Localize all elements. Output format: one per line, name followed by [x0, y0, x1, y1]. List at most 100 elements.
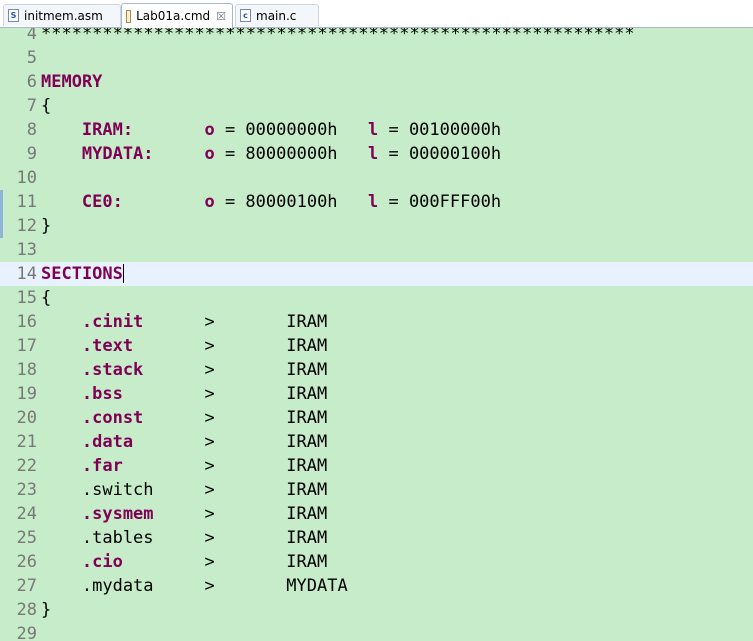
code-token: IRAM	[286, 504, 328, 524]
code-token: .cio	[81, 552, 123, 572]
line-number: 6	[26, 72, 37, 92]
code-line[interactable]: 8 IRAM: o = 00000000h l = 00100000h	[0, 118, 753, 142]
line-number: 27	[16, 576, 37, 596]
code-token: >	[204, 360, 215, 380]
code-token: MYDATA	[286, 576, 348, 596]
code-token: SECTIONS	[41, 264, 123, 284]
code-token: IRAM	[286, 408, 328, 428]
code-token: = 80000000h	[224, 144, 338, 164]
line-number: 20	[16, 408, 37, 428]
line-number: 29	[16, 624, 37, 641]
code-token: l	[368, 192, 379, 212]
asm-file-icon: S	[8, 9, 19, 22]
line-number: 5	[26, 48, 37, 68]
tab-initmem-asm[interactable]: S initmem.asm	[3, 4, 121, 26]
code-token: .data	[81, 432, 134, 452]
code-line[interactable]: 16 .cinit > IRAM	[0, 310, 753, 334]
code-token: .tables	[81, 528, 154, 548]
code-token: >	[204, 576, 215, 596]
code-token: IRAM	[286, 456, 328, 476]
code-line[interactable]: 29	[0, 622, 753, 641]
line-number: 26	[16, 552, 37, 572]
code-token: ****************************************…	[41, 28, 635, 44]
code-token: MEMORY	[41, 72, 103, 92]
code-line[interactable]: 15{	[0, 286, 753, 310]
code-token: .stack	[81, 360, 144, 380]
code-line[interactable]: 24 .sysmem > IRAM	[0, 502, 753, 526]
code-line[interactable]: 20 .const > IRAM	[0, 406, 753, 430]
line-number: 9	[26, 144, 37, 164]
line-number: 19	[16, 384, 37, 404]
code-token: >	[204, 312, 215, 332]
line-number: 15	[16, 288, 37, 308]
code-token: {	[41, 288, 52, 308]
code-line[interactable]: 28}	[0, 598, 753, 622]
line-number: 23	[16, 480, 37, 500]
line-number: 22	[16, 456, 37, 476]
tab-label: Lab01a.cmd	[136, 9, 211, 23]
tab-main-c[interactable]: c main.c	[235, 4, 319, 26]
line-number: 10	[16, 168, 37, 188]
code-token: >	[204, 504, 215, 524]
code-token: = 00000000h	[224, 120, 338, 140]
code-line[interactable]: 27 .mydata > MYDATA	[0, 574, 753, 598]
code-token: .far	[81, 456, 123, 476]
code-token: >	[204, 384, 215, 404]
line-number: 25	[16, 528, 37, 548]
code-line[interactable]: 26 .cio > IRAM	[0, 550, 753, 574]
tab-lab01a-cmd[interactable]: Lab01a.cmd ☒	[121, 3, 233, 28]
code-token: IRAM	[286, 360, 328, 380]
code-token: IRAM	[286, 432, 328, 452]
code-token: }	[41, 216, 52, 236]
code-token: >	[204, 336, 215, 356]
code-line[interactable]: 14 SECTIONS	[0, 262, 753, 286]
code-token: IRAM:	[81, 120, 134, 140]
code-token: IRAM	[286, 528, 328, 548]
code-line[interactable]: 6 MEMORY	[0, 70, 753, 94]
code-token: >	[204, 552, 215, 572]
tab-label: initmem.asm	[24, 8, 103, 23]
code-line[interactable]: 13	[0, 238, 753, 262]
code-token: .const	[81, 408, 144, 428]
code-token: .bss	[81, 384, 123, 404]
code-token: >	[204, 456, 215, 476]
code-line[interactable]: 18 .stack > IRAM	[0, 358, 753, 382]
code-line[interactable]: 5	[0, 46, 753, 70]
code-token: IRAM	[286, 480, 328, 500]
code-token: o	[204, 144, 215, 164]
code-line[interactable]: 11 CE0: o = 80000100h l = 000FFF00h	[0, 190, 753, 214]
code-token: }	[41, 600, 52, 620]
code-token: >	[204, 432, 215, 452]
code-line[interactable]: 7{	[0, 94, 753, 118]
code-token: l	[368, 120, 379, 140]
code-line[interactable]: 17 .text > IRAM	[0, 334, 753, 358]
code-line[interactable]: 19 .bss > IRAM	[0, 382, 753, 406]
code-token: IRAM	[286, 336, 328, 356]
code-line[interactable]: 22 .far > IRAM	[0, 454, 753, 478]
line-number: 18	[16, 360, 37, 380]
code-line[interactable]: 9 MYDATA: o = 80000000h l = 00000100h	[0, 142, 753, 166]
code-token: o	[204, 120, 215, 140]
code-token: o	[204, 192, 215, 212]
code-line[interactable]: 21 .data > IRAM	[0, 430, 753, 454]
code-token: {	[41, 96, 52, 116]
c-file-icon: c	[240, 9, 251, 22]
code-token: CE0:	[81, 192, 123, 212]
code-token: .text	[81, 336, 134, 356]
code-token: >	[204, 408, 215, 428]
code-line[interactable]: 23 .switch > IRAM	[0, 478, 753, 502]
code-editor[interactable]: 4 ***************************************…	[0, 28, 753, 641]
code-token: = 80000100h	[224, 192, 338, 212]
code-token: IRAM	[286, 552, 328, 572]
line-number: 4	[26, 28, 37, 44]
code-line[interactable]: 25 .tables > IRAM	[0, 526, 753, 550]
code-line[interactable]: 10	[0, 166, 753, 190]
close-icon[interactable]: ☒	[216, 10, 226, 23]
editor-tab-bar: S initmem.asm Lab01a.cmd ☒ c main.c	[0, 0, 753, 28]
tab-label: main.c	[256, 8, 297, 23]
code-line[interactable]: 12}	[0, 214, 753, 238]
code-token: IRAM	[286, 384, 328, 404]
line-number: 11	[16, 192, 37, 212]
code-line[interactable]: 4 ***************************************…	[0, 28, 753, 46]
line-number: 7	[26, 96, 37, 116]
